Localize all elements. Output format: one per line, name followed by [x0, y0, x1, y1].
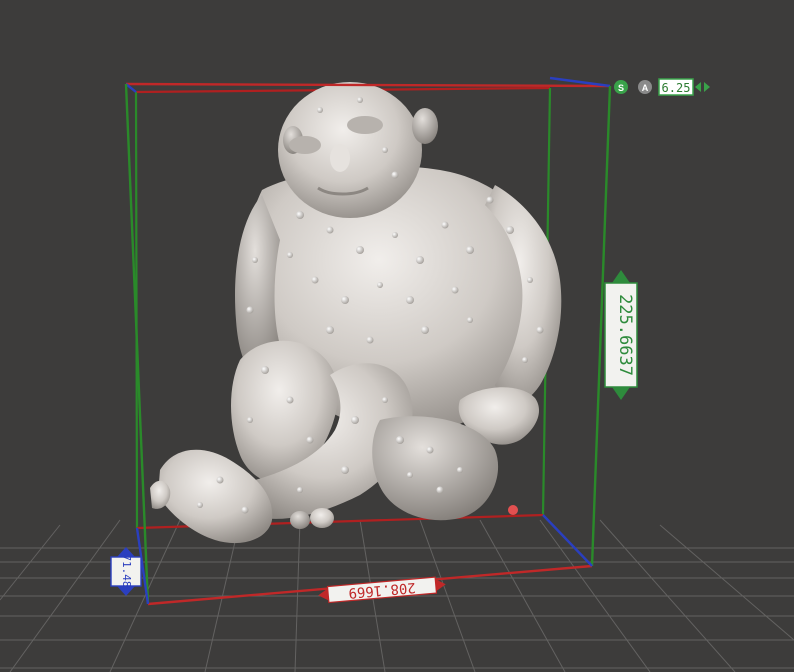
hud-controls: S A 6.25	[614, 78, 710, 96]
depth-dimension[interactable]: 71.48	[110, 547, 142, 596]
width-value: 208.1669	[348, 579, 417, 601]
3d-viewport[interactable]: S A 6.25 225.6637 208.1669 71.48	[0, 0, 794, 672]
angle-label: A	[642, 83, 649, 93]
depth-value: 71.48	[120, 554, 133, 587]
angle-toggle[interactable]: A	[638, 80, 652, 94]
snap-label: S	[618, 83, 624, 93]
height-value: 225.6637	[615, 294, 635, 376]
left-right-arrows-icon[interactable]	[695, 82, 710, 92]
contact-point-marker[interactable]	[508, 505, 518, 515]
height-dimension[interactable]: 225.6637	[604, 270, 638, 400]
up-arrow-icon	[612, 270, 630, 283]
width-dimension[interactable]: 208.1669	[318, 576, 447, 604]
down-arrow-icon	[612, 387, 630, 400]
step-value-field[interactable]: 6.25	[658, 78, 694, 96]
snap-toggle[interactable]: S	[614, 80, 628, 94]
step-value: 6.25	[662, 81, 691, 95]
model-mesh[interactable]	[150, 82, 562, 544]
